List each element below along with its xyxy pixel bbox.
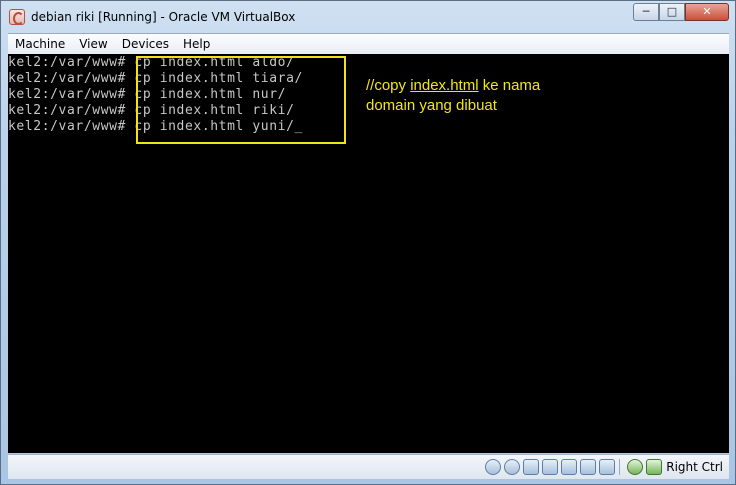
highlight-box bbox=[136, 56, 346, 144]
annotation-line-1: //copy index.html ke nama bbox=[366, 76, 540, 96]
status-bar: Right Ctrl bbox=[8, 454, 729, 479]
display-icon[interactable] bbox=[561, 459, 578, 475]
hard-disk-icon[interactable] bbox=[485, 459, 502, 475]
mouse-integration-icon[interactable] bbox=[627, 459, 644, 475]
terminal-prompt: kel2:/var/www# bbox=[8, 55, 126, 70]
virtualbox-window: debian riki [Running] - Oracle VM Virtua… bbox=[0, 0, 736, 485]
close-button[interactable]: ✕ bbox=[685, 3, 729, 21]
host-key-label: Right Ctrl bbox=[666, 460, 723, 474]
window-title: debian riki [Running] - Oracle VM Virtua… bbox=[31, 10, 296, 24]
storage-icon[interactable] bbox=[580, 459, 597, 475]
minimize-button[interactable]: ─ bbox=[633, 3, 659, 21]
annotation-line-2: domain yang dibuat bbox=[366, 97, 497, 114]
annotation-prefix: //copy bbox=[366, 77, 411, 94]
annotation-link: index.html bbox=[410, 77, 479, 94]
separator bbox=[619, 459, 621, 475]
caption-buttons: ─ □ ✕ bbox=[633, 3, 729, 23]
menu-view[interactable]: View bbox=[72, 34, 114, 54]
menu-bar: Machine View Devices Help bbox=[8, 33, 729, 54]
terminal-prompt: kel2:/var/www# bbox=[8, 71, 126, 86]
menu-devices[interactable]: Devices bbox=[115, 34, 176, 54]
host-key-icon[interactable] bbox=[646, 459, 663, 475]
vm-screen[interactable]: kel2:/var/www# cp index.html aldo/ kel2:… bbox=[8, 54, 729, 453]
annotation-suffix: ke nama bbox=[478, 77, 541, 94]
terminal-prompt: kel2:/var/www# bbox=[8, 119, 126, 134]
shared-folders-icon[interactable] bbox=[542, 459, 559, 475]
menu-machine[interactable]: Machine bbox=[8, 34, 72, 54]
maximize-button[interactable]: □ bbox=[659, 3, 685, 21]
usb-icon[interactable] bbox=[523, 459, 540, 475]
menu-help[interactable]: Help bbox=[176, 34, 217, 54]
terminal-prompt: kel2:/var/www# bbox=[8, 103, 126, 118]
status-icons: Right Ctrl bbox=[482, 458, 723, 476]
chip-icon[interactable] bbox=[599, 459, 616, 475]
virtualbox-app-icon bbox=[9, 9, 25, 25]
title-bar[interactable]: debian riki [Running] - Oracle VM Virtua… bbox=[1, 1, 735, 33]
terminal-prompt: kel2:/var/www# bbox=[8, 87, 126, 102]
optical-disk-icon[interactable] bbox=[504, 459, 521, 475]
annotation-text: //copy index.html ke nama domain yang di… bbox=[366, 76, 540, 116]
